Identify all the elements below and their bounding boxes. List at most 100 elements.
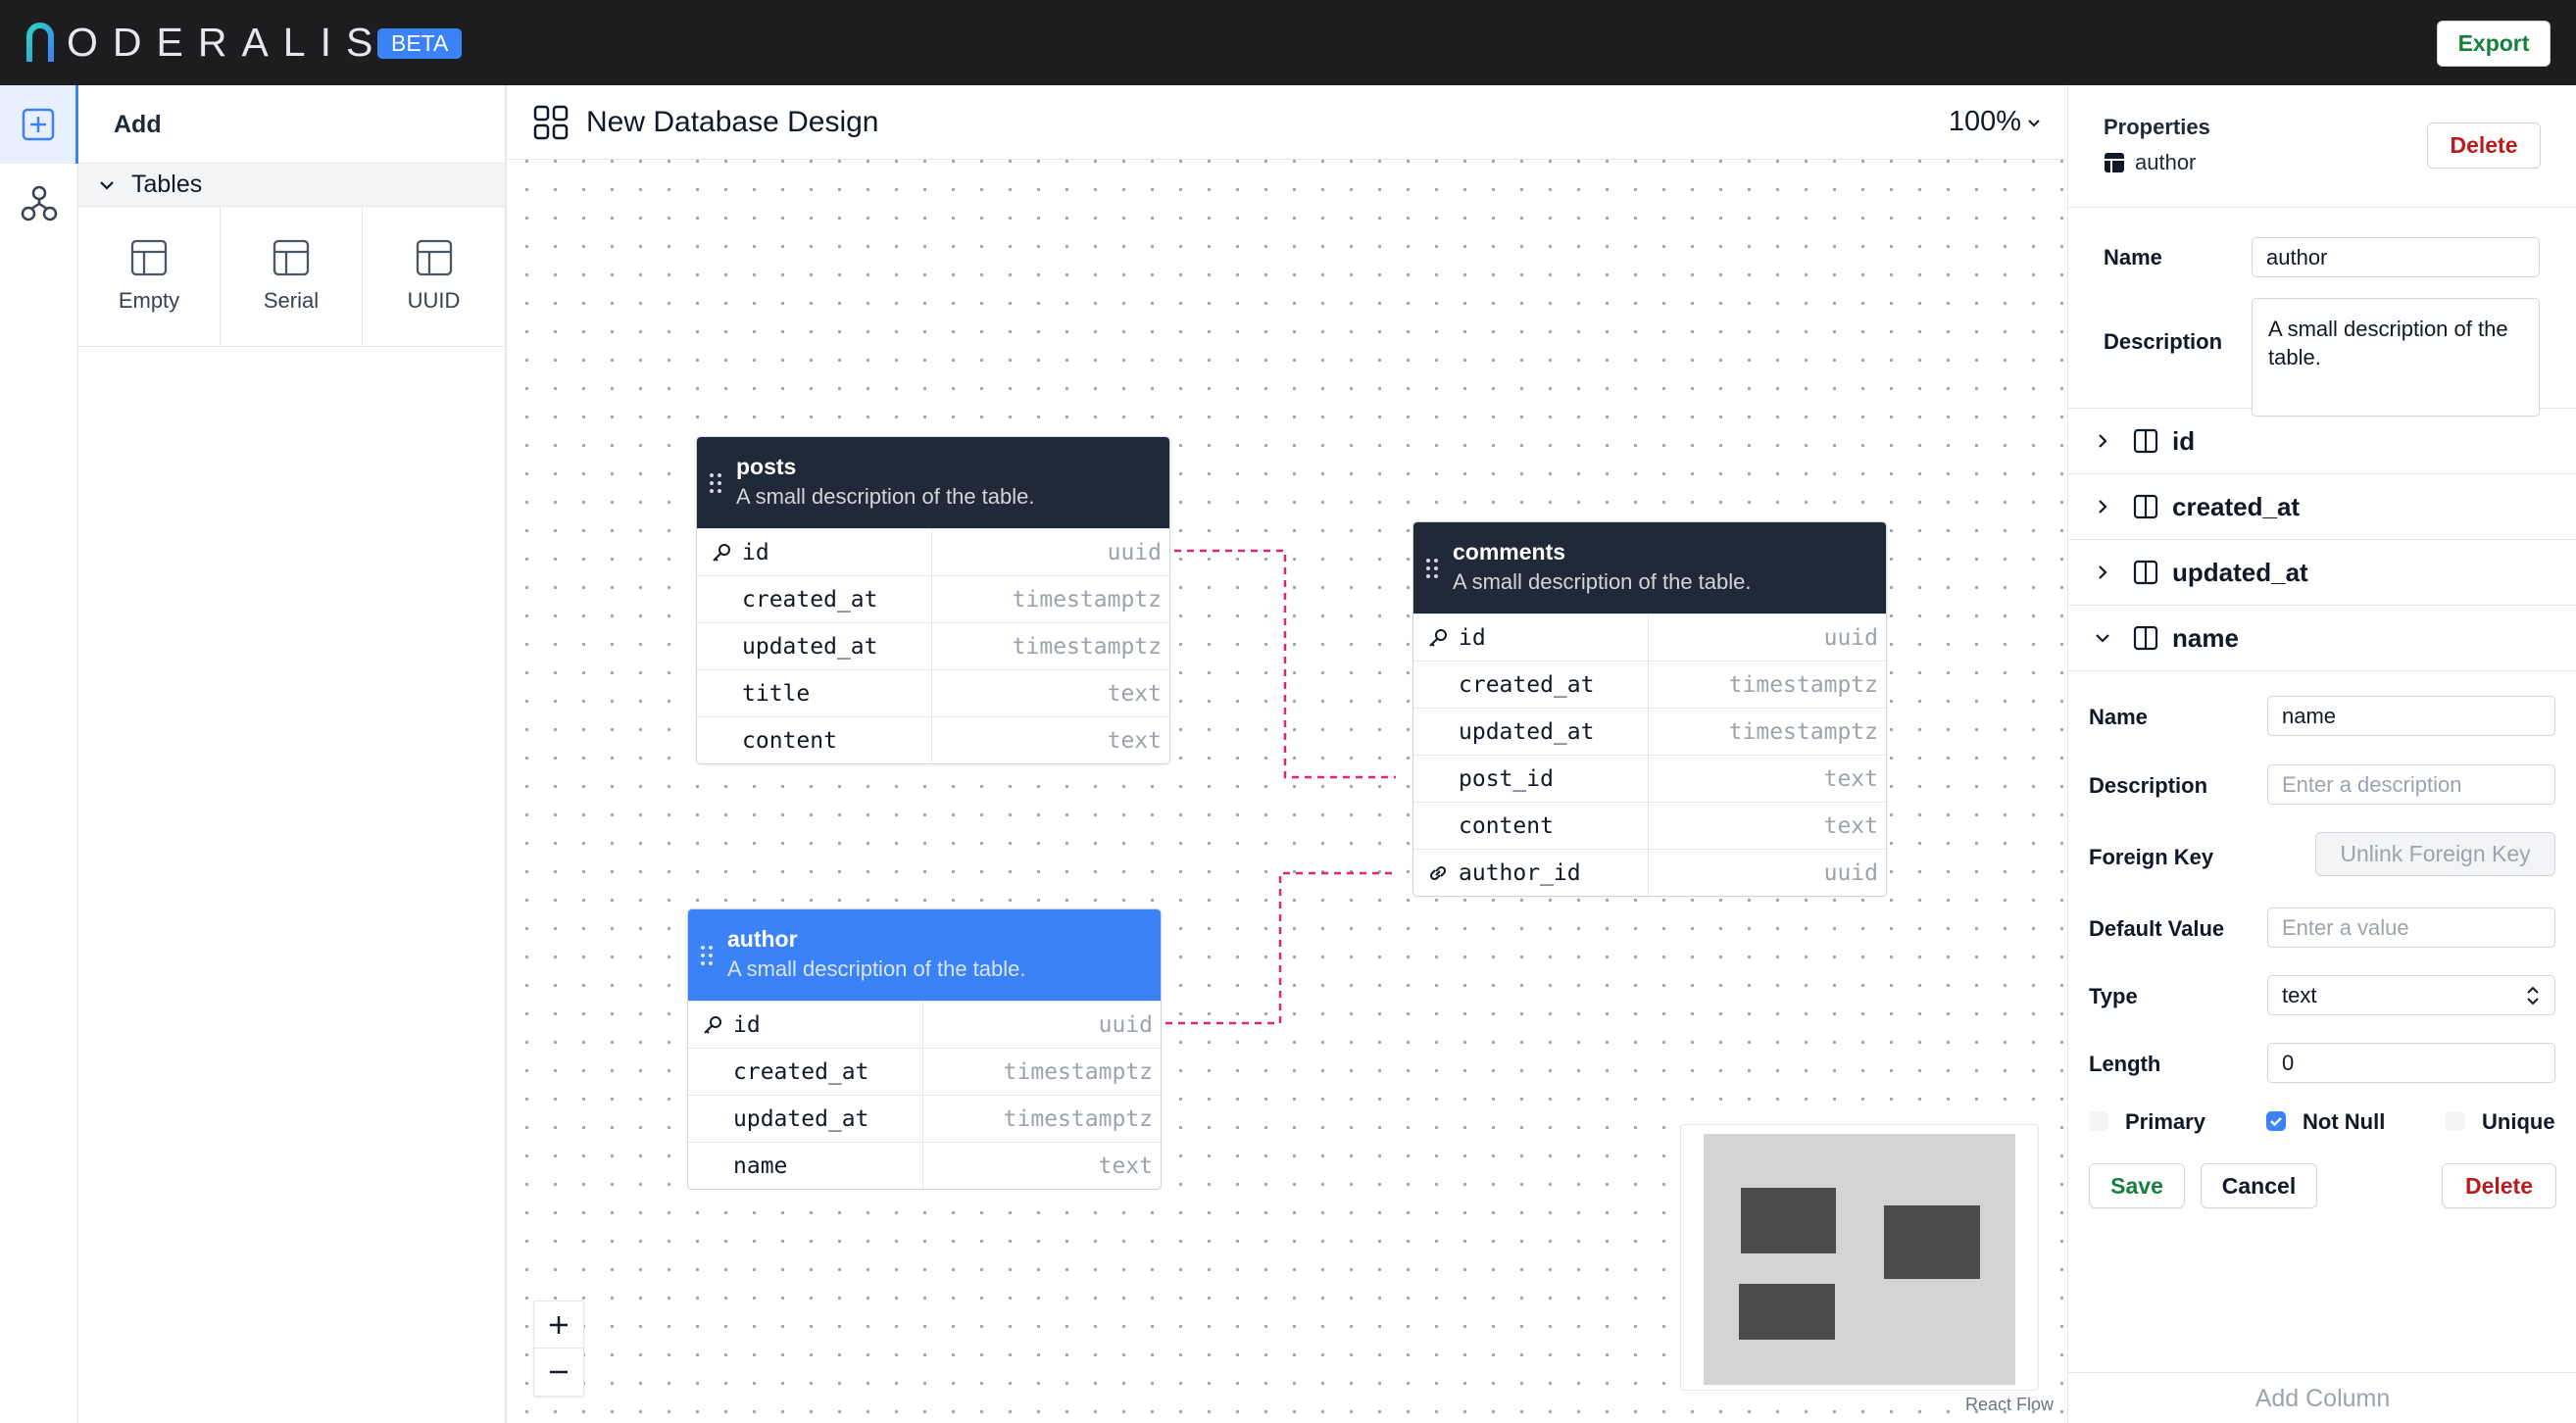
column-type: uuid [1823,625,1878,651]
column-row[interactable]: author_id uuid [1413,849,1886,896]
column-name-input[interactable]: name [2267,696,2555,736]
selected-item-name: author [2135,150,2197,174]
chevron-right-icon [2099,434,2107,448]
add-panel: Add Tables Empty Serial UUID [78,85,507,1423]
column-item-label: updated_at [2172,557,2308,587]
table-node-header[interactable]: posts A small description of the table. [697,437,1169,528]
chevron-right-icon [2099,565,2107,579]
column-name: content [1413,803,1649,849]
column-item-updated-at[interactable]: updated_at [2068,540,2576,606]
app-logo: ODERALIS [25,22,387,63]
type-select-value: text [2282,983,2317,1007]
tables-section-toggle[interactable]: Tables [78,164,505,207]
table-node-author[interactable]: author A small description of the table.… [687,908,1162,1190]
column-row[interactable]: updated_at timestamptz [1413,708,1886,755]
unique-checkbox[interactable] [2446,1111,2465,1131]
plus-square-icon [22,108,54,141]
column-form: Name name Description Enter a descriptio… [2068,671,2576,1259]
length-input[interactable]: 0 [2267,1043,2555,1083]
default-value-input[interactable]: Enter a value [2267,908,2555,948]
table-name-input[interactable]: author [2252,237,2540,277]
selected-item: author [2104,150,2196,175]
schema-panel-button[interactable] [0,164,78,242]
table-node-posts[interactable]: posts A small description of the table. … [696,436,1170,764]
delete-table-button[interactable]: Delete [2427,123,2541,169]
column-row[interactable]: created_at timestamptz [1413,661,1886,708]
table-name-label: Name [2104,245,2162,270]
column-item-created-at[interactable]: created_at [2068,474,2576,540]
save-column-button[interactable]: Save [2089,1163,2185,1208]
tables-section-label: Tables [131,171,203,198]
chevron-up-down-icon [2527,986,2539,1006]
table-icon [2105,153,2124,172]
table-name: posts [736,454,797,479]
template-uuid[interactable]: UUID [363,207,505,346]
template-empty[interactable]: Empty [78,207,221,346]
column-item-label: created_at [2172,491,2301,521]
zoom-select[interactable]: 100% [1949,106,2043,138]
add-column-button[interactable]: Add Column [2068,1372,2576,1423]
unlink-foreign-key-button[interactable]: Unlink Foreign Key [2315,832,2555,876]
column-item-label: name [2172,622,2239,653]
column-type: text [1098,1153,1153,1179]
column-row[interactable]: id uuid [688,1001,1161,1048]
column-row[interactable]: name text [688,1142,1161,1189]
cancel-column-button[interactable]: Cancel [2201,1163,2317,1208]
chevron-down-icon [100,180,114,190]
not-null-label: Not Null [2303,1109,2386,1134]
left-rail [0,85,78,1423]
foreign-key-label: Foreign Key [2089,845,2214,869]
zoom-out-button[interactable] [534,1349,583,1396]
template-serial[interactable]: Serial [221,207,363,346]
column-type: uuid [1823,860,1878,886]
primary-checkbox[interactable] [2089,1111,2108,1131]
drag-handle-icon[interactable] [700,945,714,966]
table-description: A small description of the table. [1453,569,1752,594]
column-item-id[interactable]: id [2068,409,2576,474]
column-name: author_id [1459,860,1581,886]
design-title[interactable]: New Database Design [586,106,879,139]
column-icon [2133,625,2158,651]
table-fields: Name author Description A small descript… [2068,208,2576,417]
column-name: created_at [688,1049,923,1095]
table-node-header[interactable]: author A small description of the table. [688,909,1161,1001]
column-row[interactable]: id uuid [1413,613,1886,661]
table-node-comments[interactable]: comments A small description of the tabl… [1412,521,1887,897]
table-description-input[interactable]: A small description of the table. [2252,298,2540,417]
attribution-link[interactable]: React Flow [1965,1395,2054,1415]
minimap-node [1739,1284,1835,1340]
column-row[interactable]: created_at timestamptz [688,1048,1161,1095]
type-select[interactable]: text [2267,975,2555,1015]
not-null-checkbox[interactable] [2266,1111,2286,1131]
column-row[interactable]: content text [697,716,1169,763]
column-description-input[interactable]: Enter a description [2267,764,2555,805]
column-name-label: Name [2089,705,2148,729]
column-row[interactable]: updated_at timestamptz [688,1095,1161,1142]
diagram-canvas[interactable]: New Database Design 100% posts A small d… [508,85,2066,1423]
column-row[interactable]: title text [697,669,1169,716]
add-panel-button[interactable] [0,85,78,164]
column-row[interactable]: content text [1413,802,1886,849]
unique-label: Unique [2482,1109,2555,1134]
table-node-header[interactable]: comments A small description of the tabl… [1413,522,1886,613]
zoom-in-button[interactable] [534,1301,583,1349]
column-row[interactable]: id uuid [697,528,1169,575]
length-label: Length [2089,1052,2161,1076]
export-button[interactable]: Export [2437,21,2551,67]
type-label: Type [2089,984,2138,1008]
drag-handle-icon[interactable] [1425,558,1439,579]
drag-handle-icon[interactable] [709,472,722,494]
column-row[interactable]: post_id text [1413,755,1886,802]
edge-posts-comments[interactable] [1174,549,1396,779]
column-type: uuid [1107,540,1162,565]
edge-author-comments[interactable] [1165,871,1396,1025]
column-item-name[interactable]: name [2068,606,2576,671]
column-row[interactable]: created_at timestamptz [697,575,1169,622]
column-row[interactable]: updated_at timestamptz [697,622,1169,669]
column-type: timestamptz [1728,719,1878,745]
add-panel-title: Add [78,85,505,164]
column-name: post_id [1413,756,1649,802]
properties-title: Properties [2104,115,2210,139]
delete-column-button[interactable]: Delete [2442,1163,2556,1208]
minimap[interactable] [1680,1124,2039,1391]
